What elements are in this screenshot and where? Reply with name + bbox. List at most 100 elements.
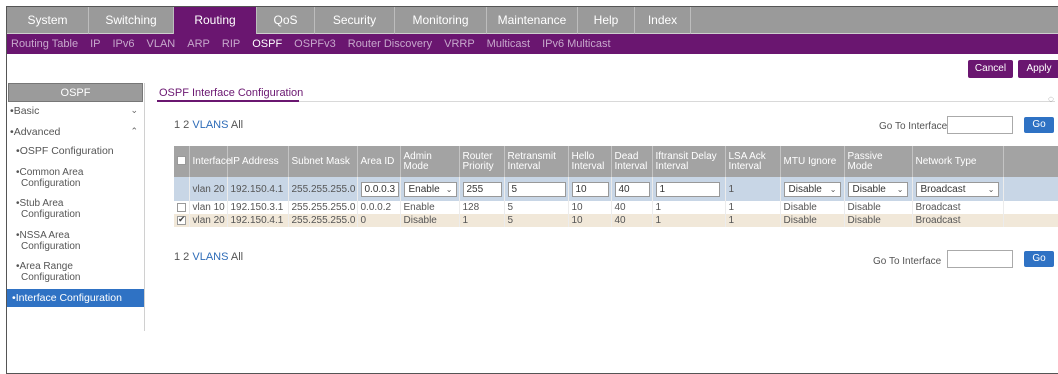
nav-interface-configuration[interactable]: •Interface Configuration (7, 289, 144, 307)
subnav-ospfv3[interactable]: OSPFv3 (294, 38, 336, 50)
cell-subnet: 255.255.255.0 (288, 214, 358, 227)
edit-mtu-cell: Disable ⌄ (780, 177, 845, 201)
edit-ip: 192.150.4.1 (227, 177, 289, 201)
cell-lsa: 1 (725, 201, 781, 214)
header-passive-mode: Passive Mode (844, 146, 913, 177)
go-button[interactable]: Go (1024, 251, 1054, 267)
nav-basic[interactable]: •Basic ⌄ (7, 105, 144, 120)
row-checkbox-checked[interactable] (177, 214, 186, 225)
pager-vlans-link[interactable]: VLANS (192, 251, 228, 263)
pager-top: 1 2 VLANS All (174, 119, 243, 131)
pager-bottom: 1 2 VLANS All (174, 251, 243, 263)
network-type-select[interactable]: Broadcast ⌄ (915, 181, 999, 197)
cell-interface: vlan 10 (189, 201, 228, 214)
header-hello-interval: Hello Interval (568, 146, 612, 177)
edit-admin-cell: Enable ⌄ (400, 177, 460, 201)
mtu-ignore-value: Disable (788, 183, 822, 195)
edit-passive-cell: Disable ⌄ (844, 177, 913, 201)
nav-nssa-area-label-2: Configuration (21, 241, 81, 252)
cell-ip: 192.150.3.1 (227, 201, 289, 214)
goto-interface-input[interactable] (947, 250, 1013, 268)
tab-index[interactable]: Index (635, 7, 691, 34)
cell-admin: Disable (400, 214, 460, 227)
tab-monitoring[interactable]: Monitoring (395, 7, 487, 34)
admin-mode-value: Enable (408, 183, 440, 195)
admin-mode-select[interactable]: Enable ⌄ (403, 181, 457, 197)
refresh-icon[interactable]: ◌ (1048, 94, 1054, 105)
nav-common-area-label: Common Area (19, 167, 84, 178)
select-all-checkbox[interactable] (177, 156, 186, 166)
edit-hello-cell: 10 (568, 177, 612, 201)
goto-interface-input[interactable] (947, 116, 1013, 134)
nav-advanced[interactable]: •Advanced ⌃ (7, 126, 144, 141)
chevron-down-icon: ⌄ (829, 184, 837, 194)
tab-switching[interactable]: Switching (89, 7, 174, 34)
cell-subnet: 255.255.255.0 (288, 201, 358, 214)
nav-common-area-label-2: Configuration (21, 178, 81, 189)
transit-delay-input[interactable]: 1 (655, 181, 720, 197)
cell-passive: Disable (844, 201, 913, 214)
pager-all[interactable]: All (231, 251, 243, 263)
apply-button[interactable]: Apply (1018, 60, 1058, 78)
header-select-all[interactable] (174, 146, 190, 177)
tab-qos[interactable]: QoS (257, 7, 315, 34)
pager-all[interactable]: All (231, 119, 243, 131)
dead-interval-input[interactable]: 40 (614, 181, 650, 197)
header-transit-delay: Iftransit Delay Interval (652, 146, 726, 177)
passive-mode-select[interactable]: Disable ⌄ (847, 181, 908, 197)
pager-pages[interactable]: 1 2 (174, 119, 189, 131)
header-admin-mode: Admin Mode (400, 146, 460, 177)
nav-nssa-area[interactable]: •NSSA Area Configuration (7, 230, 144, 252)
edit-transit-cell: 1 (652, 177, 726, 201)
subnav-routing-table[interactable]: Routing Table (11, 38, 78, 50)
pager-pages[interactable]: 1 2 (174, 251, 189, 263)
cancel-button[interactable]: Cancel (968, 60, 1013, 78)
row-checkbox[interactable] (177, 202, 186, 212)
cell-network: Broadcast (912, 214, 1004, 227)
nav-advanced-label: Advanced (13, 126, 61, 138)
subnav-ipv6[interactable]: IPv6 (112, 38, 134, 50)
header-network-type: Network Type (912, 146, 1004, 177)
table-row[interactable]: vlan 10 192.150.3.1 255.255.255.0 0.0.0.… (174, 201, 1058, 214)
subnav-router-discovery[interactable]: Router Discovery (348, 38, 432, 50)
edit-network-cell: Broadcast ⌄ (912, 177, 1004, 201)
hello-interval-input[interactable]: 10 (571, 181, 609, 197)
cell-dead: 40 (611, 214, 653, 227)
tab-system[interactable]: System (7, 7, 89, 34)
subnav-multicast[interactable]: Multicast (487, 38, 530, 50)
header-subnet-mask: Subnet Mask (288, 146, 358, 177)
nav-area-range-label-2: Configuration (21, 272, 81, 283)
tab-help[interactable]: Help (578, 7, 635, 34)
edit-retransmit-cell: 5 (504, 177, 569, 201)
edit-interface: vlan 20 (189, 177, 228, 201)
title-underline (157, 100, 299, 102)
go-button[interactable]: Go (1024, 117, 1054, 133)
pager-vlans-link[interactable]: VLANS (192, 119, 228, 131)
subnav-arp[interactable]: ARP (187, 38, 210, 50)
nav-ospf-configuration[interactable]: •OSPF Configuration (7, 146, 144, 162)
cell-ip: 192.150.4.1 (227, 214, 289, 227)
cell-lsa: 1 (725, 214, 781, 227)
area-id-input[interactable]: 0.0.0.3 (360, 181, 399, 197)
subnav-vrrp[interactable]: VRRP (444, 38, 475, 50)
tab-maintenance[interactable]: Maintenance (487, 7, 578, 34)
nav-stub-area[interactable]: •Stub Area Configuration (7, 198, 144, 220)
cell-retransmit: 5 (504, 201, 569, 214)
subnav-rip[interactable]: RIP (222, 38, 240, 50)
router-priority-input[interactable]: 255 (462, 181, 502, 197)
tab-security[interactable]: Security (315, 7, 395, 34)
nav-area-range-label: Area Range (19, 261, 73, 272)
row-check-cell (174, 214, 190, 227)
mtu-ignore-select[interactable]: Disable ⌄ (783, 181, 841, 197)
nav-area-range[interactable]: •Area Range Configuration (7, 261, 144, 283)
subnav-vlan[interactable]: VLAN (147, 38, 176, 50)
subnav-ipv6-multicast[interactable]: IPv6 Multicast (542, 38, 610, 50)
app-frame: System Switching Routing QoS Security Mo… (6, 6, 1058, 374)
chevron-down-icon: ⌄ (896, 184, 904, 194)
table-row[interactable]: vlan 20 192.150.4.1 255.255.255.0 0 Disa… (174, 214, 1058, 227)
subnav-ospf[interactable]: OSPF (252, 38, 282, 50)
subnav-ip[interactable]: IP (90, 38, 100, 50)
nav-common-area[interactable]: •Common Area Configuration (7, 167, 144, 189)
tab-routing[interactable]: Routing (174, 7, 257, 34)
retransmit-interval-input[interactable]: 5 (507, 181, 566, 197)
